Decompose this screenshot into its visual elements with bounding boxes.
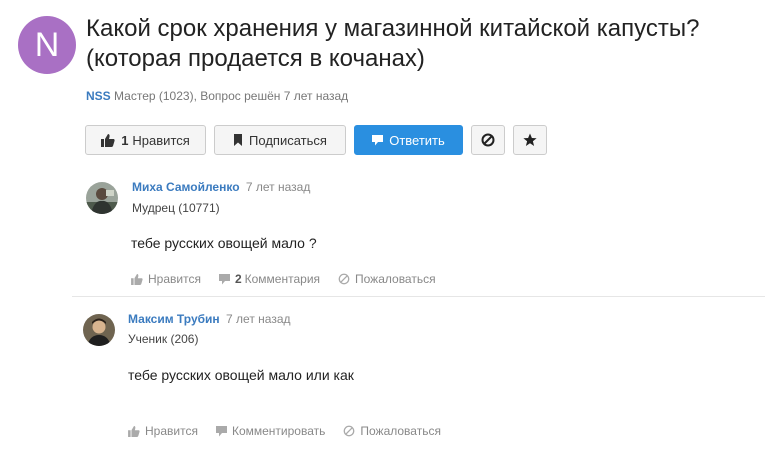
- answer-like-button[interactable]: Нравится: [128, 424, 198, 438]
- question-title: Какой срок хранения у магазинной китайск…: [86, 15, 700, 72]
- answer-report-label: Пожаловаться: [355, 272, 436, 286]
- thumbs-up-icon: [128, 425, 140, 437]
- star-icon: [523, 133, 537, 146]
- answer-comments-count: 2: [234, 272, 242, 286]
- thumbs-up-icon: [131, 273, 143, 285]
- answer-item: Миха Самойленко 7 лет назад Мудрец (1077…: [86, 180, 746, 292]
- answer-author-rank: Ученик (206): [128, 332, 199, 346]
- answer-divider: [72, 296, 765, 297]
- answer-author-avatar[interactable]: [86, 182, 118, 214]
- answer-like-label: Нравится: [145, 424, 198, 438]
- comment-icon: [215, 425, 227, 436]
- answer-like-button[interactable]: Нравится: [131, 272, 201, 286]
- answer-author-name[interactable]: Миха Самойленко: [132, 180, 240, 194]
- answer-report-label: Пожаловаться: [360, 424, 441, 438]
- answer-actions: Нравится 2 Комментария Пожаловаться: [131, 272, 454, 286]
- answer-actions: Нравится Комментировать Пожаловаться: [128, 424, 459, 438]
- answer-item: Максим Трубин 7 лет назад Ученик (206) т…: [83, 312, 743, 444]
- answer-header: Максим Трубин 7 лет назад: [128, 312, 291, 326]
- answer-comments-button[interactable]: 2 Комментария: [218, 272, 321, 286]
- answer-button[interactable]: Ответить: [354, 125, 463, 155]
- subscribe-button[interactable]: Подписаться: [214, 125, 346, 155]
- bookmark-icon: [234, 134, 243, 146]
- question-toolbar: 1 Нравится Подписаться Ответить: [85, 125, 555, 155]
- favorite-button[interactable]: [513, 125, 547, 155]
- user-photo-icon: [83, 314, 115, 346]
- user-photo-icon: [86, 182, 118, 214]
- question-author-rank: Мастер (1023): [114, 89, 194, 103]
- like-button[interactable]: 1 Нравится: [85, 125, 206, 155]
- answer-label: Ответить: [389, 132, 445, 148]
- question-meta: NSS Мастер (1023), Вопрос решён 7 лет на…: [86, 89, 348, 103]
- block-button[interactable]: [471, 125, 505, 155]
- like-label: Нравится: [132, 132, 190, 148]
- answer-header: Миха Самойленко 7 лет назад: [132, 180, 310, 194]
- speech-bubble-icon: [372, 134, 384, 145]
- question-status: , Вопрос решён 7 лет назад: [193, 89, 349, 103]
- answer-author-avatar[interactable]: [83, 314, 115, 346]
- answer-report-button[interactable]: Пожаловаться: [343, 424, 441, 438]
- report-icon: [338, 273, 350, 285]
- answer-comments-label: Комментировать: [231, 424, 326, 438]
- subscribe-label: Подписаться: [249, 132, 327, 148]
- answer-like-label: Нравится: [148, 272, 201, 286]
- report-icon: [344, 425, 355, 437]
- question-author-link[interactable]: NSS: [86, 89, 111, 103]
- answer-time: 7 лет назад: [226, 312, 291, 326]
- like-count: 1: [121, 132, 129, 148]
- answer-time: 7 лет назад: [245, 180, 311, 194]
- forbidden-icon: [481, 133, 495, 147]
- answer-author-rank: Мудрец (10771): [132, 201, 220, 215]
- question-author-avatar[interactable]: N: [18, 16, 76, 74]
- answer-text: тебе русских овощей мало или как: [128, 367, 354, 383]
- answer-comments-button[interactable]: Комментировать: [215, 424, 326, 438]
- answer-author-name[interactable]: Максим Трубин: [128, 312, 220, 326]
- answer-report-button[interactable]: Пожаловаться: [338, 272, 436, 286]
- thumbs-up-icon: [101, 133, 115, 147]
- answer-text: тебе русских овощей мало ?: [131, 235, 317, 251]
- comment-icon: [218, 273, 230, 284]
- answer-comments-label: Комментария: [244, 272, 321, 286]
